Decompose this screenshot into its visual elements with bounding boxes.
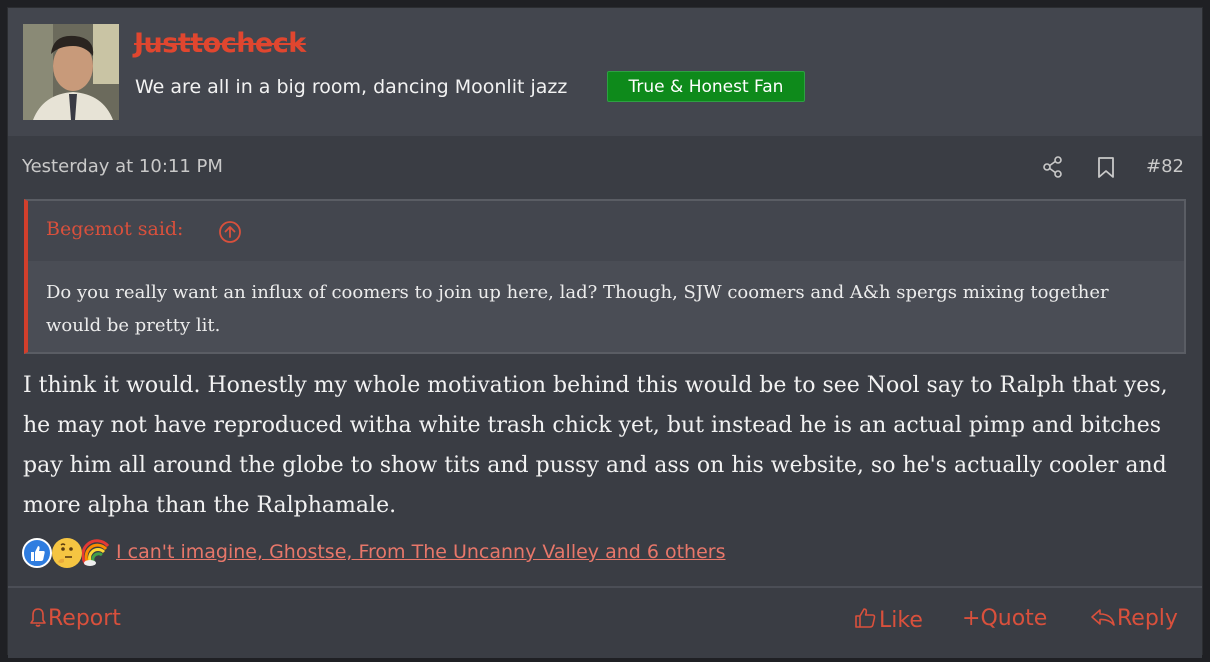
report-label: Report (48, 606, 121, 631)
quote-header: Begemot said: (28, 201, 1184, 261)
reply-button[interactable]: Reply (1089, 606, 1178, 631)
bookmark-icon[interactable] (1096, 156, 1116, 179)
like-label: Like (879, 608, 923, 633)
quote-text: Do you really want an influx of coomers … (46, 282, 1109, 336)
post-message: I think it would. Honestly my whole moti… (23, 373, 1168, 518)
reactions-bar: I can't imagine, Ghostse, From The Uncan… (22, 538, 1122, 570)
reply-arrow-icon (1091, 609, 1115, 626)
quote-button[interactable]: +Quote (962, 606, 1047, 631)
quote-block: Begemot said: Do you really want an infl… (24, 199, 1186, 354)
username[interactable]: Justtocheck (134, 28, 306, 59)
quote-author[interactable]: Begemot said: (46, 218, 183, 240)
forum-post: Justtocheck We are all in a big room, da… (7, 7, 1203, 658)
avatar[interactable] (23, 24, 119, 120)
thumbs-up-icon (855, 608, 876, 628)
share-icon[interactable] (1042, 155, 1064, 179)
quote-label: Quote (980, 606, 1048, 631)
reply-label: Reply (1117, 606, 1178, 631)
like-button[interactable]: Like (853, 606, 923, 633)
post-actions: Report Like +Quote Reply (8, 586, 1202, 658)
rainbow-icon[interactable] (81, 538, 112, 568)
report-button[interactable]: Report (28, 606, 121, 631)
post-header: Justtocheck We are all in a big room, da… (8, 8, 1202, 136)
like-icon[interactable] (22, 538, 52, 568)
bell-icon (30, 608, 46, 627)
user-title: We are all in a big room, dancing Moonli… (135, 76, 568, 98)
post-number-link[interactable]: #82 (1146, 156, 1184, 177)
arrow-up-circle-icon[interactable] (218, 220, 242, 244)
user-banner-badge: True & Honest Fan (607, 71, 805, 102)
thinking-icon[interactable] (52, 538, 82, 568)
plus-icon: + (962, 606, 981, 631)
reactions-list-link[interactable]: I can't imagine, Ghostse, From The Uncan… (116, 541, 726, 563)
post-date[interactable]: Yesterday at 10:11 PM (22, 156, 223, 177)
